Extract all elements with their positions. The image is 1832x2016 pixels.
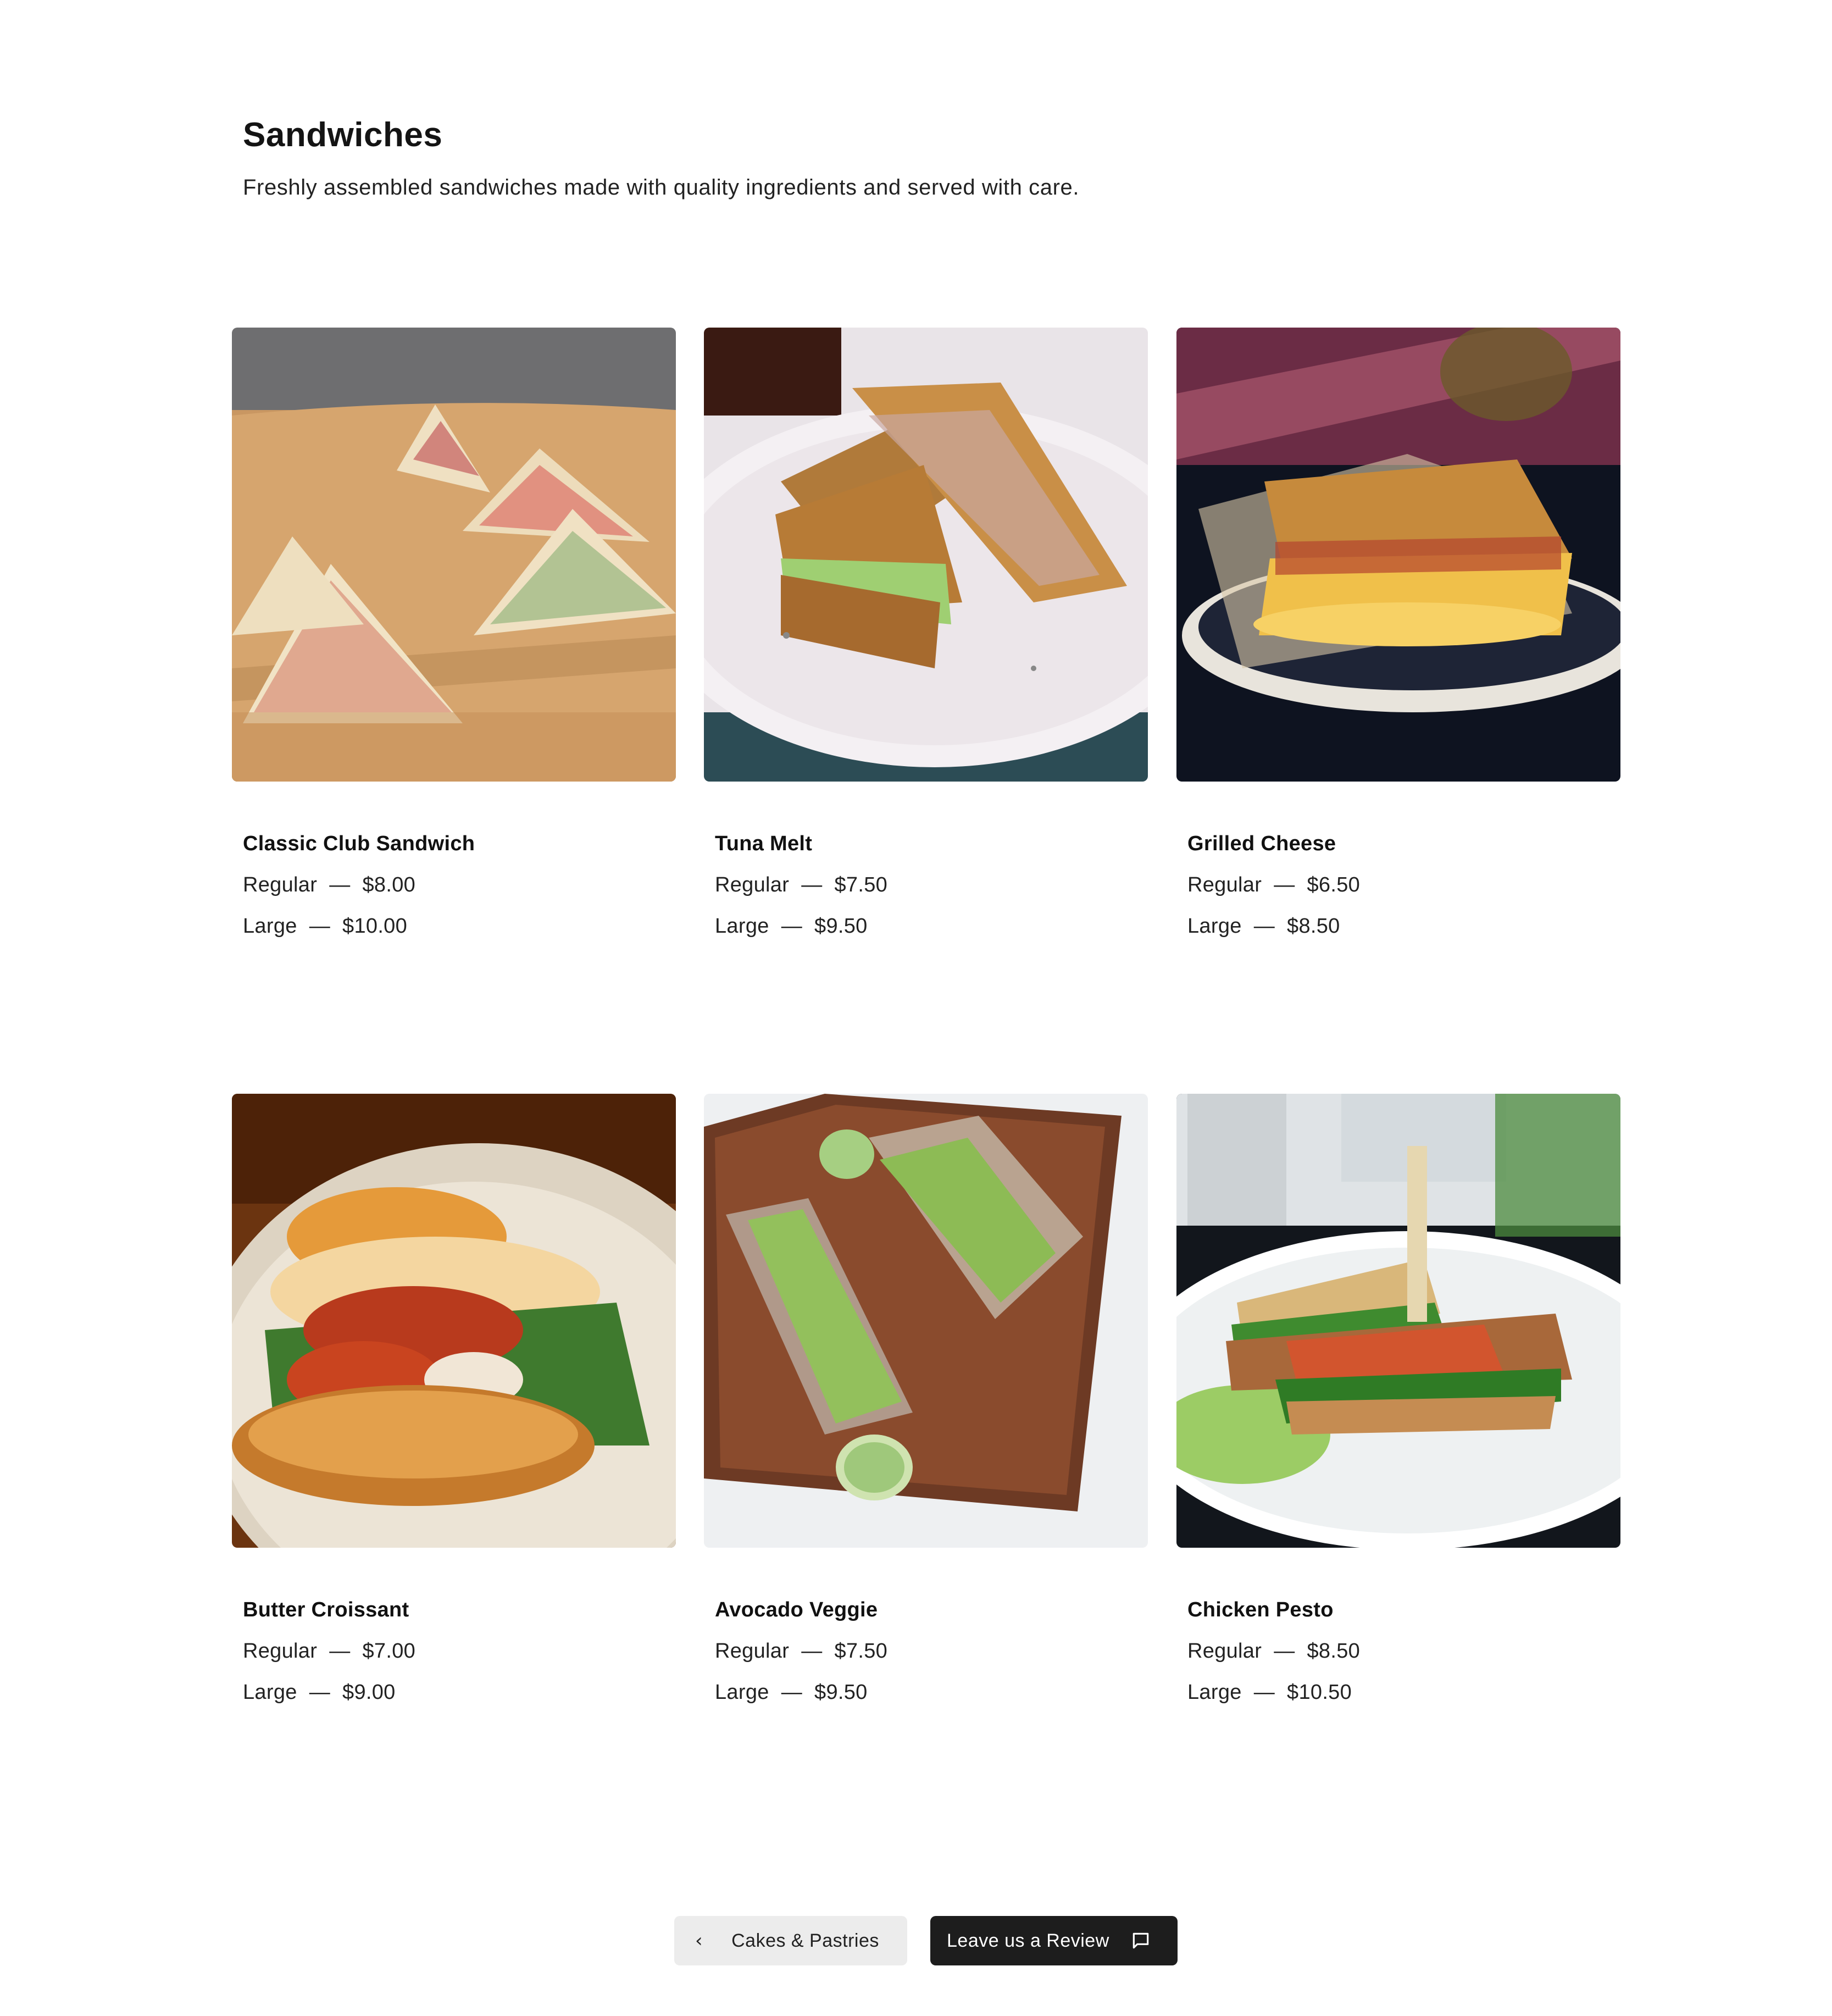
price-value: $9.00	[342, 1681, 396, 1704]
price-regular: Regular — $6.50	[1187, 873, 1620, 897]
price-value: $9.50	[814, 915, 868, 938]
item-info: Tuna Melt Regular — $7.50 Large — $9.50	[704, 832, 1148, 938]
leave-review-button[interactable]: Leave us a Review	[930, 1916, 1178, 1965]
item-name: Butter Croissant	[243, 1598, 409, 1621]
section-header: Sandwiches Freshly assembled sandwiches …	[243, 115, 1617, 200]
chevron-left-icon: ‹	[695, 1930, 703, 1952]
price-value: $8.50	[1307, 1640, 1361, 1663]
item-name: Tuna Melt	[715, 832, 813, 855]
separator: —	[1274, 873, 1295, 896]
separator: —	[309, 1681, 331, 1704]
menu-card: Chicken Pesto Regular — $8.50 Large — $10.50	[1176, 1094, 1620, 1704]
avocado-veggie-image	[704, 1094, 1148, 1548]
menu-card: Butter Croissant Regular — $7.00 Large — $9.…	[232, 1094, 676, 1704]
price-regular: Regular — $8.50	[1187, 1640, 1620, 1663]
separator: —	[329, 1640, 351, 1663]
menu-card: Classic Club Sandwich Regular — $8.00 Larg…	[232, 328, 676, 938]
price-large: Large — $9.50	[715, 1681, 1148, 1704]
size-label: Regular	[243, 873, 318, 896]
separator: —	[801, 1640, 823, 1663]
size-label: Regular	[1187, 1640, 1262, 1663]
size-label: Large	[243, 1681, 297, 1704]
menu-card: Avocado Veggie Regular — $7.50 Large — $9.50	[704, 1094, 1148, 1704]
menu-card: Grilled Cheese Regular — $6.50 Large — $8.50	[1176, 328, 1620, 938]
price-value: $10.00	[342, 915, 408, 938]
tuna-melt-image	[704, 328, 1148, 782]
price-value: $7.50	[834, 1640, 888, 1663]
item-info: Chicken Pesto Regular — $8.50 Large — $10.50	[1176, 1598, 1620, 1704]
price-value: $9.50	[814, 1681, 868, 1704]
grilled-cheese-image	[1176, 328, 1620, 782]
size-label: Large	[715, 1681, 769, 1704]
menu-card: Tuna Melt Regular — $7.50 Large — $9.50	[704, 328, 1148, 938]
prev-category-button[interactable]: ‹ Cakes & Pastries	[674, 1916, 907, 1965]
prev-category-label: Cakes & Pastries	[731, 1930, 879, 1951]
leave-review-label: Leave us a Review	[947, 1930, 1109, 1951]
price-large: Large — $10.00	[243, 915, 676, 938]
item-name: Chicken Pesto	[1187, 1598, 1334, 1621]
price-large: Large — $10.50	[1187, 1681, 1620, 1704]
butter-croissant-image	[232, 1094, 676, 1548]
price-regular: Regular — $7.00	[243, 1640, 676, 1663]
size-label: Large	[1187, 1681, 1242, 1704]
message-square-icon	[1132, 1932, 1149, 1949]
page-subtitle: Freshly assembled sandwiches made with q…	[243, 175, 1080, 200]
price-large: Large — $9.50	[715, 915, 1148, 938]
size-label: Regular	[1187, 873, 1262, 896]
price-regular: Regular — $8.00	[243, 873, 676, 897]
separator: —	[1253, 915, 1275, 938]
price-regular: Regular — $7.50	[715, 1640, 1148, 1663]
item-info: Classic Club Sandwich Regular — $8.00 Larg…	[232, 832, 676, 938]
item-info: Avocado Veggie Regular — $7.50 Large — $9.50	[704, 1598, 1148, 1704]
price-regular: Regular — $7.50	[715, 873, 1148, 897]
size-label: Large	[243, 915, 297, 938]
chicken-pesto-image	[1176, 1094, 1620, 1548]
price-value: $6.50	[1307, 873, 1361, 896]
page-title: Sandwiches	[243, 116, 443, 154]
price-value: $7.00	[362, 1640, 416, 1663]
item-info: Grilled Cheese Regular — $6.50 Large — $8.50	[1176, 832, 1620, 938]
separator: —	[1253, 1681, 1275, 1704]
item-info: Butter Croissant Regular — $7.00 Large — $9.…	[232, 1598, 676, 1704]
club-sandwich-image	[232, 328, 676, 782]
item-name: Avocado Veggie	[715, 1598, 878, 1621]
item-name: Classic Club Sandwich	[243, 832, 475, 855]
price-value: $8.50	[1287, 915, 1340, 938]
separator: —	[781, 915, 803, 938]
size-label: Regular	[715, 873, 790, 896]
size-label: Regular	[715, 1640, 790, 1663]
separator: —	[1274, 1640, 1295, 1663]
price-large: Large — $8.50	[1187, 915, 1620, 938]
separator: —	[309, 915, 331, 938]
price-large: Large — $9.00	[243, 1681, 676, 1704]
size-label: Large	[1187, 915, 1242, 938]
price-value: $10.50	[1287, 1681, 1352, 1704]
item-name: Grilled Cheese	[1187, 832, 1336, 855]
footer-navigation: ‹ Cakes & Pastries Leave us a Review	[674, 1916, 1178, 1965]
price-value: $8.00	[362, 873, 416, 896]
size-label: Regular	[243, 1640, 318, 1663]
size-label: Large	[715, 915, 769, 938]
separator: —	[781, 1681, 803, 1704]
price-value: $7.50	[834, 873, 888, 896]
separator: —	[801, 873, 823, 896]
separator: —	[329, 873, 351, 896]
